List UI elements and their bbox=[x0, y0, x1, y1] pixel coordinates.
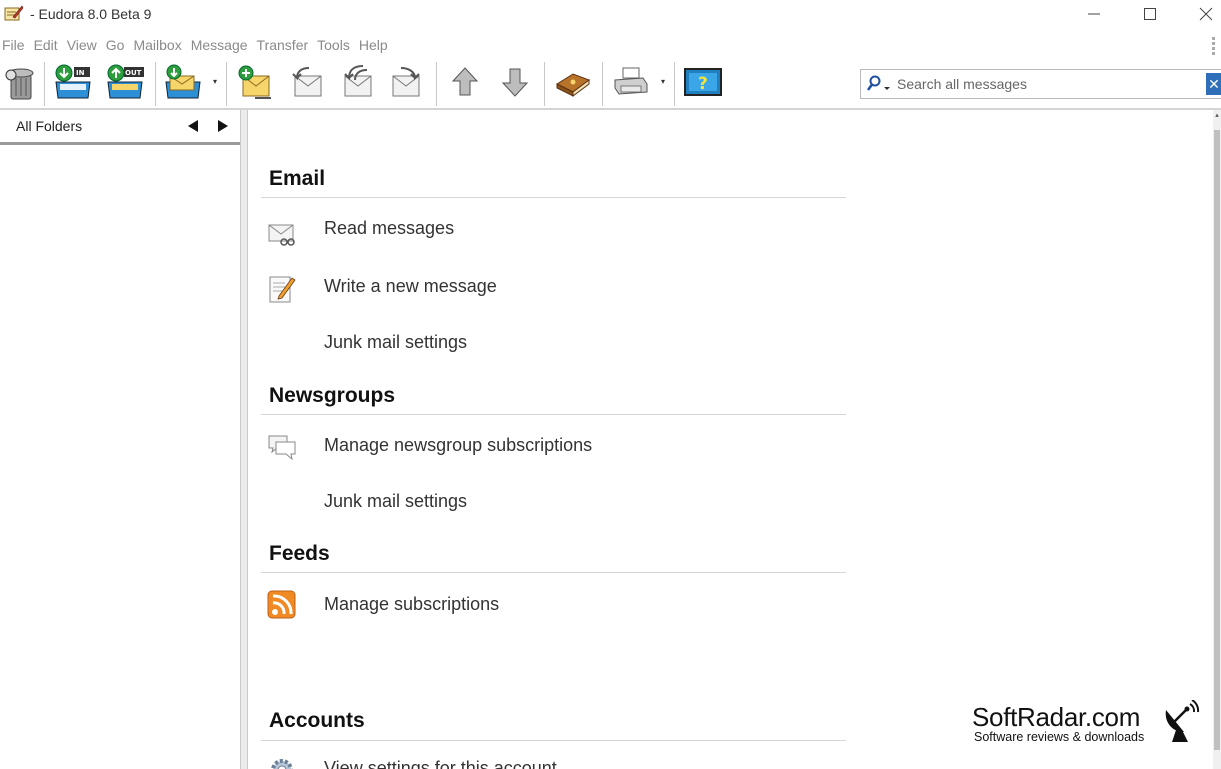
svg-text:OUT: OUT bbox=[125, 69, 142, 77]
close-button[interactable] bbox=[1178, 0, 1221, 28]
gear-icon bbox=[271, 759, 293, 769]
newsgroups-section-title: Newsgroups bbox=[269, 384, 396, 407]
rss-icon bbox=[267, 590, 296, 619]
menu-file[interactable]: File bbox=[0, 37, 32, 53]
reply-all-icon[interactable] bbox=[336, 61, 378, 103]
menu-mailbox[interactable]: Mailbox bbox=[131, 37, 188, 53]
title-bar: - Eudora 8.0 Beta 9 bbox=[0, 0, 1221, 30]
home-content: Email Read messages Write a new message … bbox=[249, 110, 1213, 769]
read-messages-icon bbox=[268, 224, 295, 246]
watermark-title: SoftRadar.com bbox=[972, 702, 1141, 732]
all-folders-label[interactable]: All Folders bbox=[16, 118, 82, 134]
pane-splitter[interactable] bbox=[240, 110, 248, 769]
send-queued-out-icon[interactable]: OUT bbox=[104, 61, 146, 103]
toolbar-grip-icon[interactable] bbox=[1210, 36, 1218, 56]
email-junk-settings-link[interactable]: Junk mail settings bbox=[324, 332, 467, 353]
search-input[interactable] bbox=[897, 74, 1197, 94]
manage-newsgroup-subscriptions-link[interactable]: Manage newsgroup subscriptions bbox=[324, 435, 592, 456]
menu-go[interactable]: Go bbox=[104, 37, 132, 53]
accounts-section-title: Accounts bbox=[269, 709, 365, 732]
watermark-subtitle: Software reviews & downloads bbox=[974, 730, 1145, 744]
content-scrollbar-thumb[interactable] bbox=[1214, 130, 1220, 750]
feeds-section-title: Feeds bbox=[269, 542, 330, 565]
manage-subscriptions-link[interactable]: Manage subscriptions bbox=[324, 594, 499, 615]
folders-header: All Folders bbox=[0, 110, 240, 144]
view-account-settings-link[interactable]: View settings for this account bbox=[324, 758, 557, 769]
write-message-link[interactable]: Write a new message bbox=[324, 276, 497, 297]
previous-message-icon[interactable] bbox=[444, 61, 486, 103]
check-mail-dropdown-arrow-icon[interactable]: ▾ bbox=[213, 78, 221, 86]
check-mail-in-icon[interactable]: IN bbox=[52, 61, 94, 103]
print-icon[interactable] bbox=[610, 61, 652, 103]
help-icon[interactable]: ? bbox=[682, 61, 724, 103]
address-book-icon[interactable] bbox=[552, 61, 594, 103]
folder-pane: All Folders bbox=[0, 110, 240, 769]
search-box: ✕ bbox=[860, 69, 1221, 99]
new-message-icon[interactable] bbox=[234, 61, 276, 103]
folder-prev-arrow-icon[interactable] bbox=[186, 118, 200, 134]
scroll-up-arrow-icon[interactable]: ▴ bbox=[1213, 112, 1221, 120]
menu-message[interactable]: Message bbox=[189, 37, 255, 53]
menu-bar: File Edit View Go Mailbox Message Transf… bbox=[0, 34, 395, 56]
menu-transfer[interactable]: Transfer bbox=[255, 37, 316, 53]
search-icon[interactable] bbox=[866, 75, 890, 93]
newsgroups-junk-settings-link[interactable]: Junk mail settings bbox=[324, 491, 467, 512]
window-title: - Eudora 8.0 Beta 9 bbox=[30, 6, 152, 22]
satellite-dish-icon bbox=[1165, 700, 1200, 742]
print-dropdown-arrow-icon[interactable]: ▾ bbox=[661, 78, 669, 86]
menu-help[interactable]: Help bbox=[357, 37, 395, 53]
email-section-title: Email bbox=[269, 167, 326, 190]
menu-edit[interactable]: Edit bbox=[32, 37, 65, 53]
write-message-icon bbox=[269, 276, 296, 303]
next-message-icon[interactable] bbox=[494, 61, 536, 103]
eudora-app-icon[interactable] bbox=[4, 4, 24, 22]
forward-icon[interactable] bbox=[386, 61, 428, 103]
menu-view[interactable]: View bbox=[65, 37, 104, 53]
svg-text:?: ? bbox=[698, 74, 708, 94]
newsgroup-icon bbox=[268, 435, 296, 461]
svg-text:IN: IN bbox=[76, 69, 85, 77]
minimize-button[interactable] bbox=[1066, 0, 1122, 28]
search-clear-icon[interactable]: ✕ bbox=[1206, 73, 1221, 95]
folder-next-arrow-icon[interactable] bbox=[216, 118, 230, 134]
check-mail-dropdown-icon[interactable] bbox=[162, 61, 204, 103]
trash-icon[interactable] bbox=[0, 61, 42, 103]
read-messages-link[interactable]: Read messages bbox=[324, 218, 454, 239]
menu-tools[interactable]: Tools bbox=[315, 37, 357, 53]
reply-icon[interactable] bbox=[286, 61, 328, 103]
maximize-button[interactable] bbox=[1122, 0, 1178, 28]
